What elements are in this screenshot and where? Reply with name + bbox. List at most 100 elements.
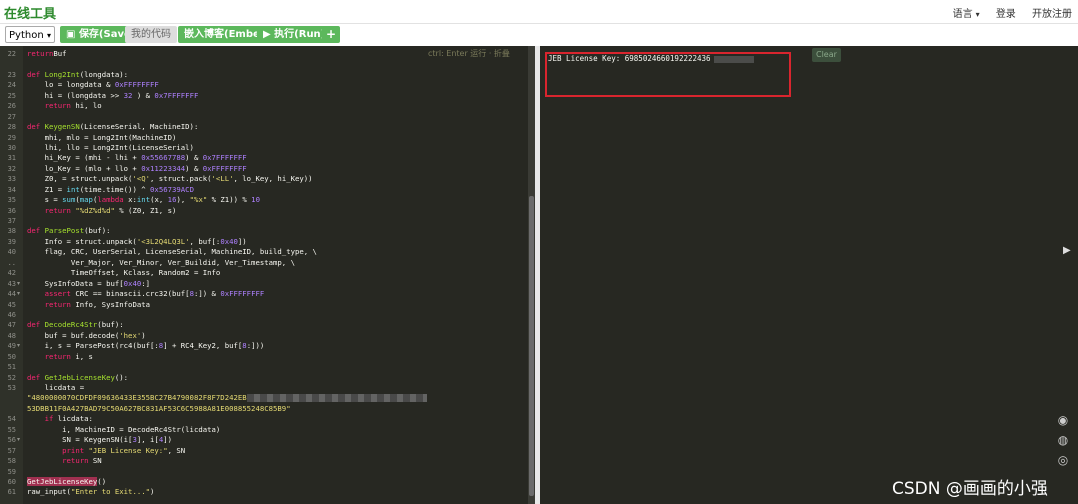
code-token: Z1 = <box>27 184 67 194</box>
line-code: flag, CRC, UserSerial, LicenseSerial, Ma… <box>27 247 317 257</box>
code-token: x: <box>128 195 137 205</box>
code-line: 58 return SN <box>0 456 528 466</box>
code-token: return <box>27 351 76 361</box>
line-number: 37 <box>7 217 16 225</box>
code-token: () <box>97 476 107 486</box>
fold-arrow-icon[interactable]: ▾ <box>17 341 23 351</box>
fold-arrow-icon[interactable]: ▾ <box>17 289 23 299</box>
line-code: licdata = <box>27 383 85 393</box>
line-code: 53DBB11F0A427BAD79C50A627BC831AF53C6C598… <box>27 404 291 414</box>
line-code: def ParsePost(buf): <box>27 226 110 236</box>
code-token: KeygenSN <box>44 122 80 132</box>
line-number: 31 <box>7 154 16 163</box>
weibo-icon[interactable]: ◎ <box>1054 453 1072 473</box>
wechat-icon[interactable]: ◍ <box>1054 433 1072 453</box>
line-code: s = sum(map(lambda x:int(x, 16), "%x" % … <box>27 195 260 205</box>
line-code: def DecodeRc4Str(buf): <box>27 320 124 330</box>
fold-arrow-icon[interactable]: ▾ <box>17 435 23 445</box>
code-token: '<LL' <box>211 174 234 184</box>
code-lines: 22 returnBuf 23 def Long2Int(longdata): 24 l… <box>0 49 528 498</box>
language-select[interactable]: Python ▾ <box>5 26 55 43</box>
code-token: buf = buf.decode( <box>27 330 120 340</box>
code-token: ) <box>150 487 155 497</box>
line-code: def KeygenSN(LicenseSerial, MachineID): <box>27 122 198 132</box>
code-editor[interactable]: 22 returnBuf 23 def Long2Int(longdata): 24 l… <box>0 46 535 504</box>
top-bar: 在线工具 语言 ▾ 登录 开放注册 <box>0 0 1078 24</box>
code-token: 0x40 <box>123 278 142 288</box>
line-code: GetJebLicenseKey() <box>27 476 107 487</box>
code-token: return <box>27 101 76 111</box>
select-arrow-icon: ▾ <box>46 31 51 40</box>
code-token: TimeOffset, Kclass, Random2 = Info <box>27 268 221 278</box>
line-number: 30 <box>7 143 16 152</box>
code-line: 49 ▾ i, s = ParsePost(rc4(buf[:8] + RC4_K… <box>0 341 528 351</box>
code-token: (x, <box>150 195 168 205</box>
line-code: lo = longdata & 0xFFFFFFFF <box>27 80 159 90</box>
language-select-value: Python <box>9 30 44 41</box>
code-token: , SN <box>167 445 186 455</box>
line-number: .. <box>7 258 16 267</box>
register-link[interactable]: 开放注册 <box>1032 9 1072 20</box>
code-token: lhi, llo = Long2Int(LicenseSerial) <box>27 142 194 152</box>
run-button[interactable]: ▶ 执行(Run) <box>257 26 332 43</box>
code-token: s = <box>27 195 63 205</box>
code-token: hi_Key = (mhi - lhi + <box>27 153 142 163</box>
my-code-button[interactable]: 我的代码 <box>125 26 177 43</box>
line-code: SN = KeygenSN(i[3], i[4]) <box>27 435 172 445</box>
watermark: CSDN @画画的小强 <box>892 479 1048 499</box>
line-number: 45 <box>7 300 16 309</box>
code-line: 32 lo_Key = (mlo + llo + 0x11223344) & 0… <box>0 164 528 174</box>
line-code: return i, s <box>27 352 93 362</box>
line-number: 36 <box>7 206 16 215</box>
line-code: def Long2Int(longdata): <box>27 70 128 80</box>
code-line: 33 Z0, = struct.unpack('<Q', struct.pack… <box>0 174 528 184</box>
code-line: 43 ▾ SysInfoData = buf[0x40:] <box>0 279 528 289</box>
code-token: Buf <box>53 49 67 58</box>
save-icon: ▣ <box>66 29 79 40</box>
code-token: SN = KeygenSN(i[ <box>27 435 133 445</box>
code-token: 0xFFFFFFFF <box>220 289 265 299</box>
line-code: lhi, llo = Long2Int(LicenseSerial) <box>27 143 194 153</box>
line-code: mhi, mlo = Long2Int(MachineID) <box>27 133 177 143</box>
code-token: ) & <box>185 153 203 163</box>
code-line: 50 return i, s <box>0 352 528 362</box>
run-icon: ▶ <box>263 29 275 40</box>
top-nav: 语言 ▾ 登录 开放注册 <box>927 5 1072 20</box>
code-token: return <box>27 299 76 309</box>
line-number: 25 <box>7 91 16 100</box>
code-line: 56 ▾ SN = KeygenSN(i[3], i[4]) <box>0 435 528 445</box>
line-number: 56 <box>7 436 16 445</box>
code-token: (time.time()) ^ <box>79 184 151 194</box>
language-menu[interactable]: 语言 ▾ <box>940 9 980 20</box>
line-code: Ver_Major, Ver_Minor, Ver_Buildid, Ver_T… <box>27 258 295 268</box>
code-token: :] <box>141 278 151 288</box>
code-token: , buf[: <box>189 236 221 246</box>
editor-scrollbar-thumb[interactable] <box>529 196 534 496</box>
code-token: "JEB License Key:" <box>88 445 168 455</box>
line-number: 26 <box>7 102 16 111</box>
line-code: return hi, lo <box>27 101 102 111</box>
line-number: 32 <box>7 164 16 173</box>
line-code: buf = buf.decode('hex') <box>27 331 146 341</box>
code-token: lambda <box>97 195 129 205</box>
add-button[interactable]: + <box>322 26 340 43</box>
clear-button[interactable]: Clear <box>812 48 841 62</box>
code-line: 27 <box>0 112 528 122</box>
code-line: 34 Z1 = int(time.time()) ^ 0x56739ACD <box>0 185 528 195</box>
line-number: 53 <box>7 384 16 392</box>
code-token: def <box>27 320 45 330</box>
brand-logo[interactable]: 在线工具 <box>4 3 56 22</box>
qq-icon[interactable]: ◉ <box>1054 413 1072 433</box>
fold-arrow-icon[interactable]: ▾ <box>17 279 23 289</box>
line-code: TimeOffset, Kclass, Random2 = Info <box>27 268 220 278</box>
login-link[interactable]: 登录 <box>996 9 1016 20</box>
code-token: licdata = <box>27 383 85 392</box>
line-number: 50 <box>7 352 16 361</box>
line-code: "4800000070CDFDF09636433E355BC27B4790082… <box>27 393 427 403</box>
code-token: sum <box>62 195 76 205</box>
expand-right-icon[interactable]: ▶ <box>1063 245 1071 256</box>
code-line: 59 <box>0 467 528 477</box>
line-number: 49 <box>7 342 16 351</box>
code-token: 'hex' <box>119 330 142 340</box>
highlighted-call: GetJebLicenseKey <box>27 476 98 486</box>
